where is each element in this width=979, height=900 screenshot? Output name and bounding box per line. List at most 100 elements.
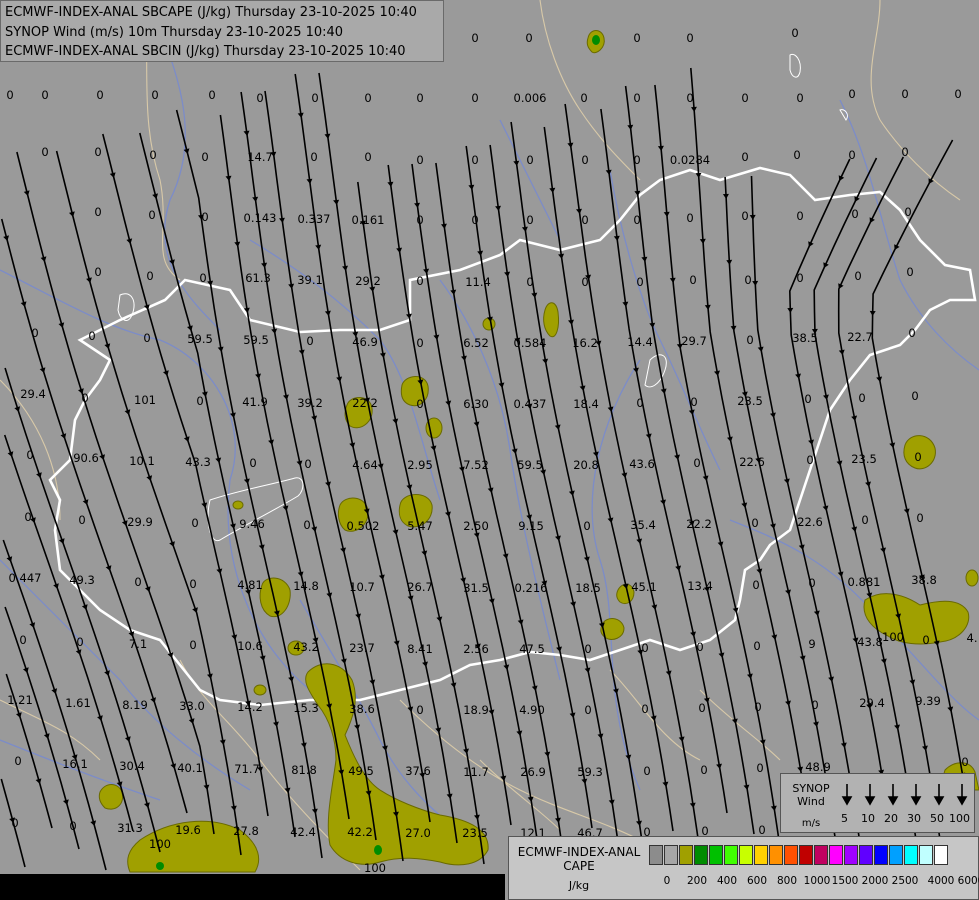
cape-value-label: 0	[96, 88, 103, 102]
cape-legend-swatch	[919, 845, 933, 865]
cape-value-label: 0	[134, 575, 141, 589]
streamline-arrow	[531, 685, 538, 691]
streamline-arrow	[282, 505, 289, 511]
streamline-arrow	[741, 502, 748, 508]
streamline-arrow	[880, 658, 887, 664]
cape-value-label: 100	[882, 630, 904, 644]
cape-legend-swatch	[844, 845, 858, 865]
cape-legend-swatch	[739, 845, 753, 865]
cape-legend-tick: 2000	[861, 875, 889, 887]
header-line-cape: ECMWF-INDEX-ANAL SBCAPE (J/kg) Thursday …	[5, 5, 417, 20]
cape-legend-swatch	[829, 845, 843, 865]
streamline-arrow	[355, 613, 361, 619]
cape-value-label: 40.1	[177, 761, 203, 775]
streamline-arrow	[40, 256, 47, 262]
cape-value-label: 0	[41, 88, 48, 102]
cape-value-label: 23.5	[462, 826, 488, 840]
streamline-arrow	[674, 454, 680, 460]
rivers	[0, 29, 979, 841]
cape-legend-swatch	[889, 845, 903, 865]
cape-value-label: 0	[471, 153, 478, 167]
cape-value-label: 0	[961, 755, 968, 769]
cape-value-label: 0	[753, 639, 760, 653]
streamline-arrow	[23, 190, 30, 196]
cape-value-label: 0	[686, 211, 693, 225]
cape-value-label: 20.8	[573, 458, 599, 472]
cape-value-label: 0	[189, 638, 196, 652]
cape-value-label: 0	[793, 148, 800, 162]
cape-value-label: 11.4	[465, 275, 491, 289]
streamline-arrow	[86, 277, 92, 283]
cape-value-label: 29.4	[859, 696, 885, 710]
streamline-arrow	[104, 343, 111, 349]
cape-legend-swatch	[694, 845, 708, 865]
cape-value-label: 0	[746, 333, 753, 347]
streamline	[465, 145, 593, 829]
cape-value-label: 0	[758, 823, 765, 837]
streamline-arrow	[909, 679, 916, 685]
streamline-arrow	[296, 460, 303, 466]
cape-value-label: 0	[526, 275, 533, 289]
streamline-arrow	[340, 547, 346, 553]
streamline-arrow	[584, 667, 591, 673]
streamline-arrow	[730, 325, 737, 331]
cape-value-label: 29.7	[681, 334, 707, 348]
cape-value-label: 0	[526, 153, 533, 167]
streamline-arrow	[311, 526, 318, 532]
streamline-arrow	[340, 658, 347, 664]
streamline-arrow	[259, 655, 266, 661]
cape-value-label: 38.8	[911, 573, 937, 587]
cape-value-label: 0	[6, 88, 13, 102]
cape-value-label: 0	[143, 331, 150, 345]
cape-value-label: 39.1	[297, 273, 323, 287]
cape-value-label: 0	[191, 516, 198, 530]
cape-value-label: 0.143	[244, 211, 277, 225]
cape-value-label: 61.3	[245, 271, 271, 285]
streamline-arrow	[722, 193, 729, 199]
cape-value-label: 0	[31, 326, 38, 340]
cape-value-label: 0	[954, 87, 961, 101]
streamline-arrow	[702, 475, 709, 481]
streamline	[55, 150, 242, 856]
wind-legend-value: 20	[884, 812, 898, 825]
streamline-arrow	[699, 238, 706, 244]
cape-value-label: 0	[26, 448, 33, 462]
cape-value-label: 7.52	[463, 458, 489, 472]
streamline	[837, 156, 944, 862]
streamline-arrow	[144, 802, 150, 808]
cape-value-label: 0	[633, 31, 640, 45]
streamline-arrow	[422, 661, 428, 667]
cape-value-label: 0	[11, 816, 18, 830]
cape-value-label: 4.90	[519, 703, 545, 717]
cape-value-label: 0	[901, 145, 908, 159]
cape-legend-swatch	[709, 845, 723, 865]
streamline-arrow	[660, 499, 666, 505]
wind-legend-value: 50	[930, 812, 944, 825]
cape-value-label: 18.9	[463, 703, 489, 717]
cape-value-label: 0	[916, 511, 923, 525]
cape-value-label: 0	[700, 763, 707, 777]
cape-value-label: 0	[201, 210, 208, 224]
cape-legend-swatch	[814, 845, 828, 865]
cape-value-label: 4.81	[237, 578, 263, 592]
streamline-arrow	[258, 544, 265, 550]
streamline-arrow	[69, 211, 75, 217]
cape-value-label: 22.7	[847, 330, 873, 344]
cape-value-label: 14.4	[627, 335, 653, 349]
cape-value-label: 0	[741, 150, 748, 164]
cape-value-label: 29.2	[355, 274, 381, 288]
cape-value-label: 59.5	[517, 458, 543, 472]
cape-legend-swatch	[769, 845, 783, 865]
cape-value-label: 46.9	[352, 335, 378, 349]
thin-borders	[0, 0, 961, 871]
cape-value-label: 0	[201, 150, 208, 164]
streamline-arrow	[627, 124, 634, 130]
cape-value-label: 22.6	[739, 455, 765, 469]
wind-legend: SYNOP Wind m/s 5 10 20 30 50 100	[780, 773, 975, 833]
cape-value-label: 0	[796, 271, 803, 285]
cape-legend-swatch	[754, 845, 768, 865]
cape-legend-swatch	[859, 845, 873, 865]
cape-legend-tick: 1000	[803, 875, 831, 887]
cape-value-label: 11.7	[463, 765, 489, 779]
streamline-arrow	[808, 439, 814, 445]
